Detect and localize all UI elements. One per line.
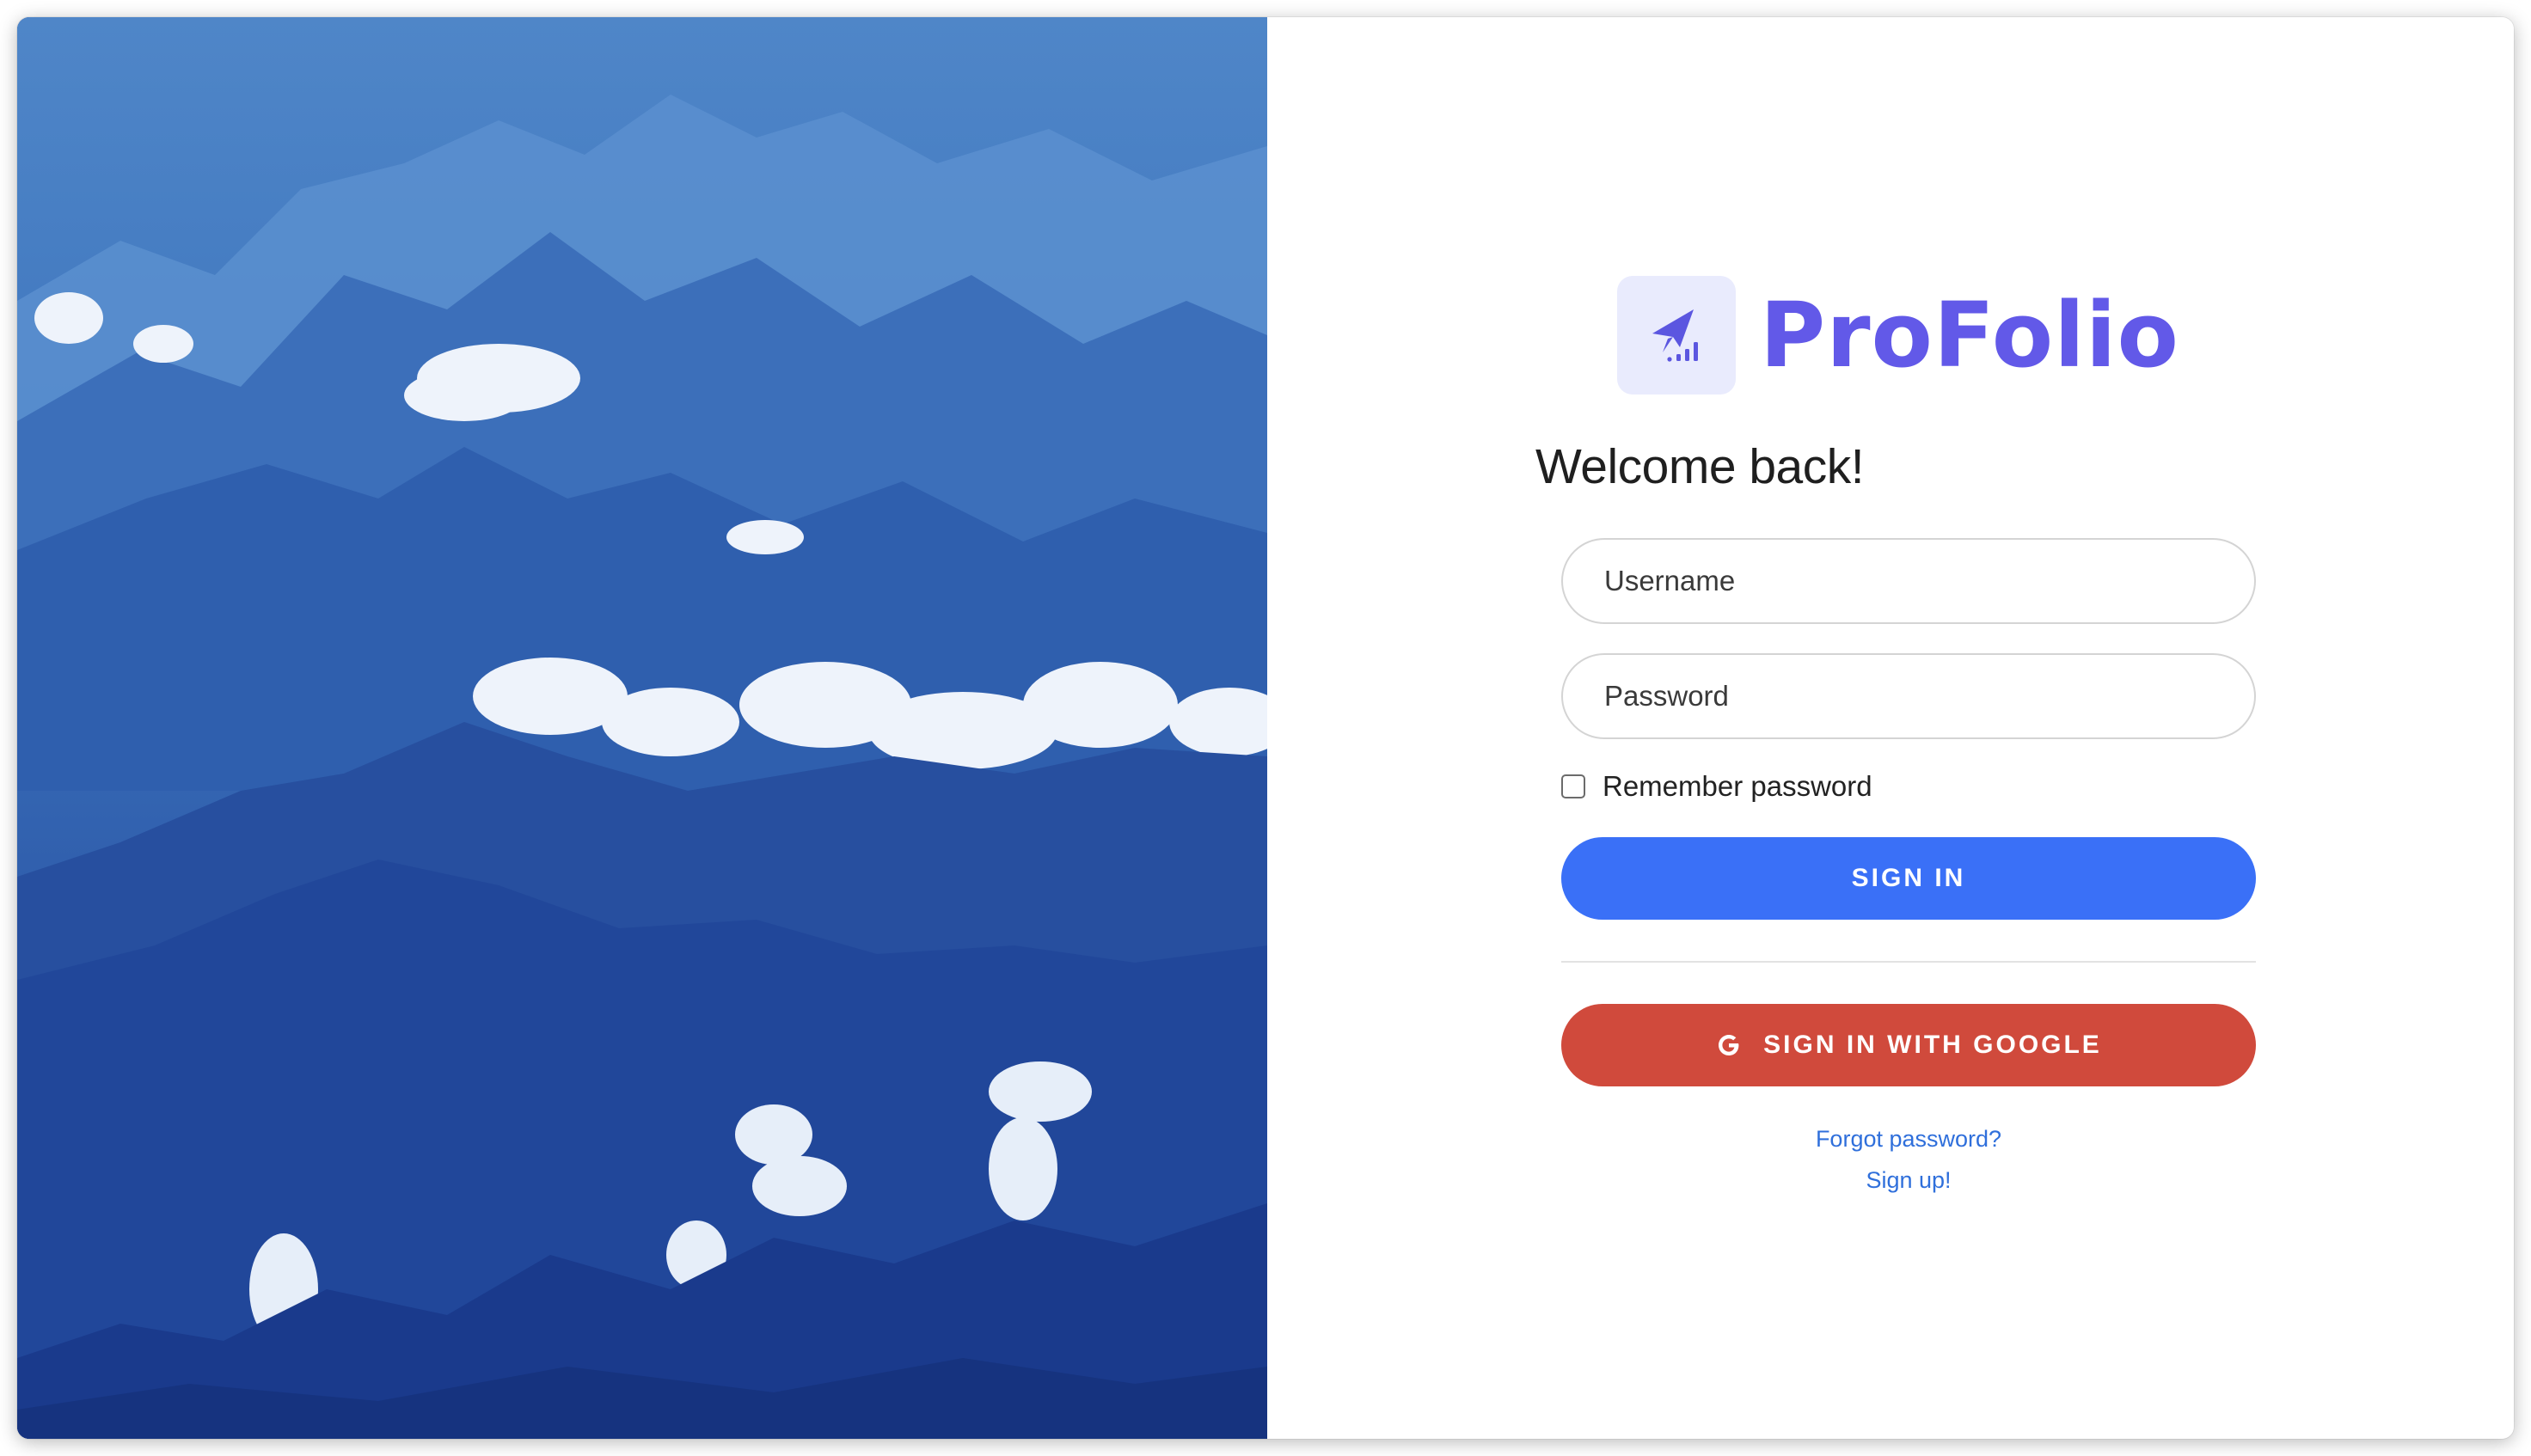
page-title: Welcome back! (1535, 439, 1865, 494)
username-input[interactable] (1561, 538, 2256, 624)
forgot-password-link[interactable]: Forgot password? (1561, 1126, 2256, 1153)
divider (1561, 961, 2256, 963)
hero-image (17, 17, 1267, 1439)
remember-password-checkbox[interactable] (1561, 774, 1585, 798)
brand-logo: ProFolio (1617, 276, 2179, 395)
sign-up-link[interactable]: Sign up! (1561, 1167, 2256, 1194)
brand-name: ProFolio (1760, 283, 2179, 388)
google-sign-in-button[interactable]: SIGN IN WITH GOOGLE (1561, 1004, 2256, 1086)
google-sign-in-label: SIGN IN WITH GOOGLE (1763, 1031, 2102, 1059)
rocket-chart-icon (1617, 276, 1736, 395)
login-panel: ProFolio Welcome back! Remember password… (1267, 17, 2514, 1439)
sign-in-button-label: SIGN IN (1851, 864, 1966, 892)
google-g-icon (1719, 1035, 1739, 1055)
remember-password-label[interactable]: Remember password (1603, 770, 1872, 803)
password-input[interactable] (1561, 653, 2256, 739)
app-window: ProFolio Welcome back! Remember password… (17, 17, 2514, 1439)
sign-in-button[interactable]: SIGN IN (1561, 837, 2256, 920)
remember-password-row: Remember password (1561, 770, 1872, 803)
